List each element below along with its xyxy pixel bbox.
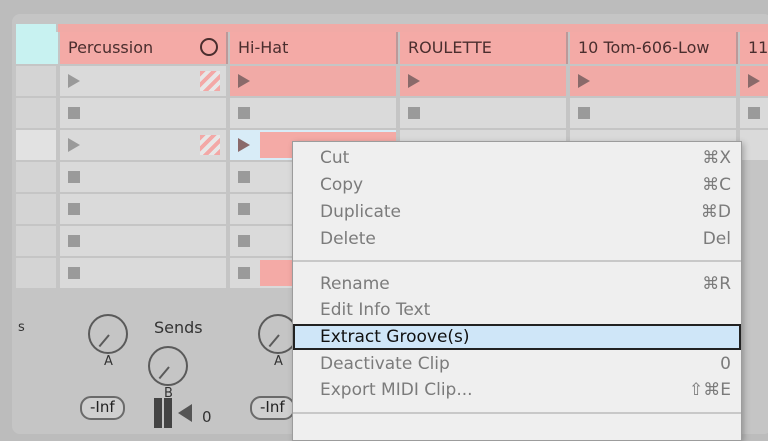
clip-slot[interactable]	[16, 258, 56, 288]
meter-icon	[154, 398, 174, 428]
send-a-label: A	[274, 354, 283, 369]
clip-context-menu: Cut ⌘X Copy ⌘C Duplicate ⌘D Delete Del Renam…	[292, 141, 742, 441]
stop-icon[interactable]	[238, 203, 250, 215]
track-name: Hi-Hat	[238, 38, 289, 57]
menu-item-extract-grooves[interactable]: Extract Groove(s)	[293, 324, 741, 350]
clip-slot[interactable]	[740, 66, 768, 96]
clip-slot[interactable]	[60, 258, 226, 288]
clip-slot[interactable]	[230, 98, 396, 128]
track-header-roulette[interactable]: ROULETTE	[400, 32, 568, 64]
track-name: 11	[748, 38, 768, 57]
play-icon[interactable]	[238, 74, 250, 88]
volume-readout[interactable]: -Inf	[80, 396, 125, 420]
play-icon[interactable]	[578, 74, 590, 88]
track-column-percussion: Percussion A Sends B -Inf 0	[60, 32, 228, 434]
stop-icon[interactable]	[238, 107, 250, 119]
clip-slot[interactable]	[570, 66, 736, 96]
track-header-11[interactable]: 11	[740, 32, 768, 64]
stop-icon[interactable]	[238, 171, 250, 183]
track-name: 10 Tom-606-Low	[578, 38, 710, 57]
play-icon[interactable]	[748, 74, 760, 88]
clip-slot[interactable]	[400, 98, 566, 128]
speaker-icon[interactable]	[178, 404, 192, 422]
menu-separator	[293, 412, 741, 414]
menu-item-cut[interactable]: Cut ⌘X	[293, 145, 741, 171]
sends-label-partial: s	[18, 320, 25, 335]
track-header-percussion[interactable]: Percussion	[60, 32, 228, 64]
stop-icon[interactable]	[68, 107, 80, 119]
clip-slot[interactable]	[16, 66, 56, 96]
clip-slot[interactable]	[60, 66, 226, 96]
stop-icon[interactable]	[408, 107, 420, 119]
clip-slot[interactable]	[570, 98, 736, 128]
clip-slot[interactable]	[60, 194, 226, 224]
clip-slot[interactable]	[60, 98, 226, 128]
send-a-knob[interactable]	[88, 314, 128, 354]
stop-icon[interactable]	[68, 203, 80, 215]
stop-icon[interactable]	[238, 235, 250, 247]
track-name: ROULETTE	[408, 38, 492, 57]
stop-icon[interactable]	[748, 107, 760, 119]
send-b-knob[interactable]	[148, 346, 188, 386]
menu-item-edit-info-text[interactable]: Edit Info Text	[293, 297, 741, 323]
volume-readout[interactable]: -Inf	[250, 396, 295, 420]
stop-icon[interactable]	[68, 267, 80, 279]
track-header-hihat[interactable]: Hi-Hat	[230, 32, 398, 64]
group-color-strip	[58, 24, 768, 32]
fold-icon[interactable]	[200, 38, 218, 56]
track-name: Percussion	[68, 38, 154, 57]
track-column-11: 11	[740, 32, 768, 434]
clip-slot[interactable]	[16, 162, 56, 192]
clip-slot[interactable]	[740, 98, 768, 128]
mixer-partial: s	[16, 310, 56, 434]
track-column-partial-left: s	[16, 32, 58, 434]
group-clip-stripe	[200, 135, 220, 155]
stop-icon[interactable]	[238, 267, 250, 279]
clip-slot[interactable]	[400, 66, 566, 96]
track-number: 0	[202, 408, 212, 426]
play-icon[interactable]	[408, 74, 420, 88]
teal-track-color-strip	[16, 24, 56, 32]
menu-item-delete[interactable]: Delete Del	[293, 226, 741, 252]
clip-slot[interactable]	[16, 130, 56, 160]
clip-slot[interactable]	[60, 226, 226, 256]
clip-slot[interactable]	[230, 66, 396, 96]
menu-item-export-midi-clip[interactable]: Export MIDI Clip... ⇧⌘E	[293, 377, 741, 403]
group-clip-stripe	[200, 71, 220, 91]
play-icon[interactable]	[238, 138, 250, 152]
clip-slot[interactable]	[16, 194, 56, 224]
play-icon[interactable]	[68, 138, 80, 152]
send-a-label: A	[104, 354, 113, 369]
clip-slot[interactable]	[16, 98, 56, 128]
menu-item-rename[interactable]: Rename ⌘R	[293, 271, 741, 297]
stop-icon[interactable]	[68, 171, 80, 183]
stop-icon[interactable]	[68, 235, 80, 247]
sends-label: Sends	[154, 318, 203, 337]
menu-item-copy[interactable]: Copy ⌘C	[293, 172, 741, 198]
clip-slot[interactable]	[60, 162, 226, 192]
track-header-partial[interactable]	[16, 32, 58, 64]
play-icon[interactable]	[68, 74, 80, 88]
mixer-percussion: A Sends B -Inf 0	[60, 310, 226, 434]
track-header-tom-606-low[interactable]: 10 Tom-606-Low	[570, 32, 738, 64]
clip-slot[interactable]	[740, 130, 768, 160]
clip-slot[interactable]	[60, 130, 226, 160]
clip-slot[interactable]	[16, 226, 56, 256]
stop-icon[interactable]	[578, 107, 590, 119]
menu-item-duplicate[interactable]: Duplicate ⌘D	[293, 199, 741, 225]
menu-item-deactivate-clip[interactable]: Deactivate Clip 0	[293, 351, 741, 377]
menu-separator	[293, 260, 741, 262]
